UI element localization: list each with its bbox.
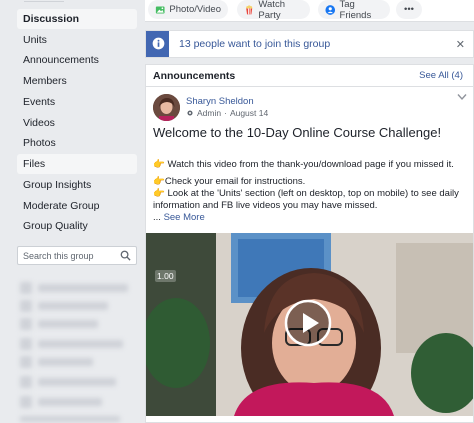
blurred-shortcut-icon bbox=[20, 338, 32, 350]
sidebar-item-group-insights[interactable]: Group Insights bbox=[17, 175, 137, 195]
search-icon[interactable] bbox=[120, 250, 131, 261]
blurred-shortcut-icon bbox=[20, 318, 32, 330]
post-body: 👉 Watch this video from the thank-you/do… bbox=[153, 159, 467, 224]
post-line: 👉 Look at the 'Units' section (left on d… bbox=[153, 188, 467, 212]
post-title: Welcome to the 10-Day Online Course Chal… bbox=[153, 125, 442, 140]
playback-speed: 1.00 bbox=[155, 270, 176, 282]
photo-video-label: Photo/Video bbox=[169, 4, 221, 15]
admin-gear-icon bbox=[187, 110, 193, 116]
blurred-shortcut-icon bbox=[20, 300, 32, 312]
sidebar-item-photos[interactable]: Photos bbox=[17, 133, 137, 153]
sidebar-item-events[interactable]: Events bbox=[17, 92, 137, 112]
post-line-text: Check your email for instructions. bbox=[164, 176, 306, 187]
see-more-link[interactable]: See More bbox=[164, 212, 205, 223]
blurred-shortcut-text bbox=[20, 416, 120, 422]
blurred-shortcut-text bbox=[38, 302, 108, 310]
avatar[interactable] bbox=[153, 94, 180, 121]
close-icon[interactable]: ✕ bbox=[456, 38, 465, 51]
post-line: 👉 Watch this video from the thank-you/do… bbox=[153, 159, 467, 171]
post-video[interactable]: 1.00 bbox=[146, 233, 473, 416]
photo-icon bbox=[155, 6, 165, 13]
see-all-link[interactable]: See All (4) bbox=[419, 70, 463, 81]
blurred-shortcut-text bbox=[38, 320, 98, 328]
post-line-text: Watch this video from the thank-you/down… bbox=[167, 159, 454, 170]
blurred-shortcut-icon bbox=[20, 396, 32, 408]
sidebar-item-units[interactable]: Units bbox=[17, 30, 137, 50]
pointing-hand-icon: 👉 bbox=[153, 188, 165, 199]
blurred-shortcut-icon bbox=[20, 282, 32, 294]
info-icon bbox=[152, 37, 165, 50]
play-icon[interactable] bbox=[284, 299, 332, 347]
blurred-shortcut-icon bbox=[20, 356, 32, 368]
sidebar-item-discussion[interactable]: Discussion bbox=[17, 9, 137, 29]
watch-party-button[interactable]: Watch Party bbox=[237, 0, 310, 21]
info-strip bbox=[146, 31, 169, 57]
announcements-title: Announcements bbox=[153, 70, 236, 82]
blurred-shortcut-text bbox=[38, 284, 128, 292]
more-options-button[interactable]: ••• bbox=[396, 0, 422, 19]
blurred-shortcut-text bbox=[38, 340, 123, 348]
more-dots-icon: ••• bbox=[404, 4, 414, 15]
blurred-shortcut-icon bbox=[20, 376, 32, 388]
photo-video-button[interactable]: Photo/Video bbox=[148, 0, 228, 19]
tag-friends-icon bbox=[325, 4, 336, 15]
tag-friends-label: Tag Friends bbox=[339, 0, 372, 21]
join-requests-banner[interactable]: 13 people want to join this group ✕ bbox=[145, 30, 474, 58]
announcements-card: Announcements See All (4) Sharyn Sheldon… bbox=[145, 64, 474, 423]
sidebar-item-files[interactable]: Files bbox=[17, 154, 137, 174]
ellipsis: ... bbox=[153, 212, 161, 223]
sidebar-item-videos[interactable]: Videos bbox=[17, 113, 137, 133]
join-requests-link[interactable]: 13 people want to join this group bbox=[179, 38, 330, 50]
blurred-shortcut-text bbox=[38, 378, 116, 386]
post-author-link[interactable]: Sharyn Sheldon bbox=[186, 96, 254, 107]
announcements-header: Announcements See All (4) bbox=[146, 65, 473, 87]
search-input[interactable] bbox=[18, 247, 113, 264]
group-sidebar: Discussion Units Announcements Members E… bbox=[0, 0, 145, 423]
composer-actions-bar: Photo/Video Watch Party Tag Friends ••• bbox=[145, 0, 474, 22]
sidebar-item-moderate-group[interactable]: Moderate Group bbox=[17, 196, 137, 216]
author-photo bbox=[153, 94, 180, 121]
chevron-down-icon[interactable] bbox=[457, 93, 467, 101]
post-line-text: Look at the 'Units' section (left on des… bbox=[153, 188, 459, 211]
post-meta: Admin · August 14 bbox=[186, 108, 268, 118]
meta-separator: · bbox=[224, 108, 227, 118]
blurred-shortcut-text bbox=[38, 358, 93, 366]
post-line: 👉Check your email for instructions. bbox=[153, 176, 467, 188]
blurred-shortcut-text bbox=[38, 398, 102, 406]
post-date[interactable]: August 14 bbox=[230, 108, 268, 118]
group-search[interactable] bbox=[17, 246, 137, 265]
pointing-hand-icon: 👉 bbox=[153, 159, 165, 170]
sidebar-item-announcements[interactable]: Announcements bbox=[17, 50, 137, 70]
post-role: Admin bbox=[197, 108, 222, 118]
sidebar-item-group-quality[interactable]: Group Quality bbox=[17, 216, 137, 236]
post-line: ... See More bbox=[153, 212, 467, 224]
popcorn-icon bbox=[246, 4, 253, 14]
pointing-hand-icon: 👉 bbox=[153, 176, 165, 187]
watch-party-label: Watch Party bbox=[258, 0, 285, 21]
sidebar-top-edge bbox=[24, 0, 64, 2]
sidebar-item-members[interactable]: Members bbox=[17, 71, 137, 91]
tag-friends-button[interactable]: Tag Friends bbox=[318, 0, 390, 21]
